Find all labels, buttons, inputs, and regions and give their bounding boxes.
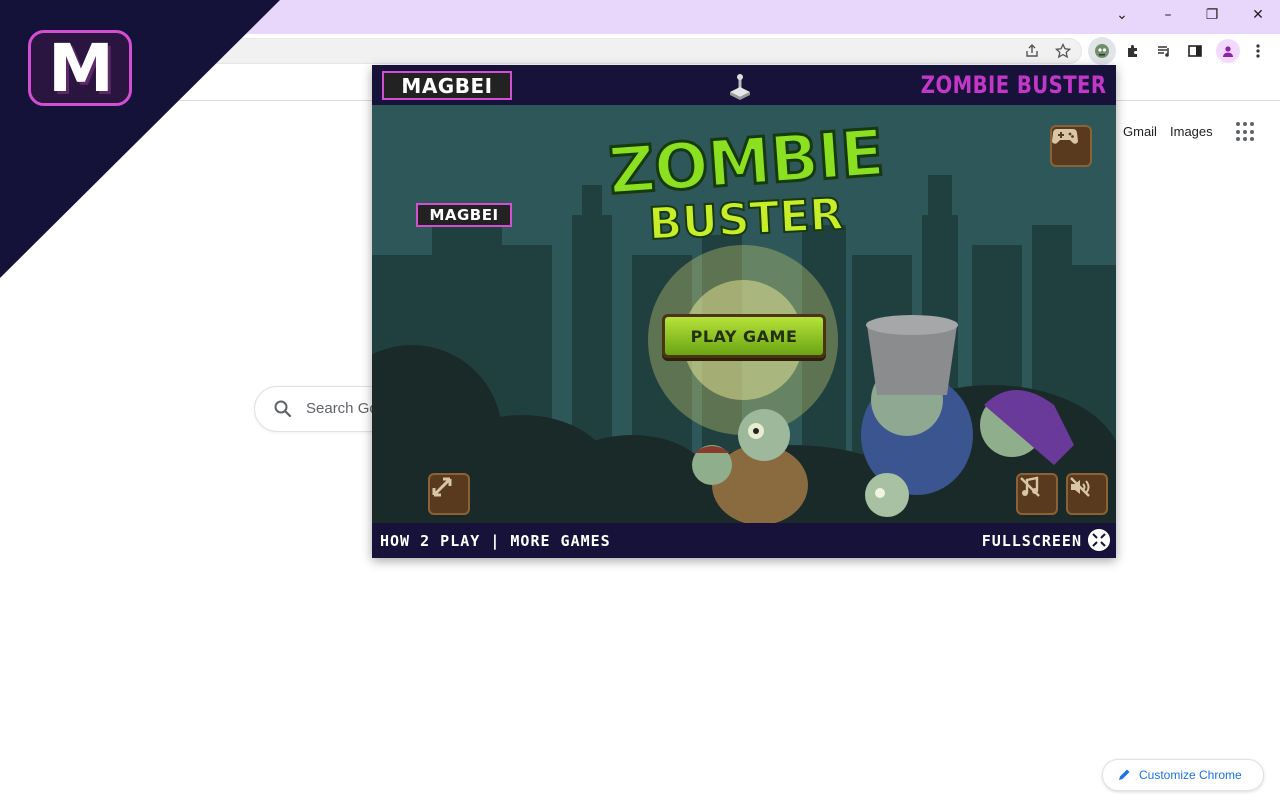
share-icon[interactable] xyxy=(1019,38,1045,64)
how-to-play-more-games-links[interactable]: HOW 2 PLAY | MORE GAMES xyxy=(380,532,611,550)
extension-zombie-icon[interactable] xyxy=(1088,37,1116,65)
fullscreen-link[interactable]: FULLSCREEN xyxy=(982,532,1082,550)
gmail-link[interactable]: Gmail xyxy=(1123,124,1157,139)
pencil-icon xyxy=(1119,769,1130,780)
fullscreen-expand-icon[interactable] xyxy=(428,473,470,515)
joystick-icon xyxy=(730,74,750,100)
bookmark-star-icon[interactable] xyxy=(1050,38,1076,64)
profile-avatar-icon[interactable] xyxy=(1216,39,1240,63)
game-canvas[interactable]: ZOMBIE BUSTER MAGBEI PLAY GAME xyxy=(372,105,1116,523)
magbei-m-logo[interactable]: M xyxy=(28,30,132,107)
customize-chrome-label: Customize Chrome xyxy=(1139,768,1242,782)
customize-chrome-button[interactable]: Customize Chrome xyxy=(1102,759,1264,791)
popup-header: MAGBEI ZOMBIE BUSTER xyxy=(372,65,1116,105)
google-apps-icon[interactable] xyxy=(1236,122,1256,142)
address-bar[interactable] xyxy=(180,38,1082,64)
game-magbei-badge[interactable]: MAGBEI xyxy=(416,203,512,227)
kebab-menu-icon[interactable] xyxy=(1245,38,1271,64)
images-link[interactable]: Images xyxy=(1170,124,1213,139)
media-playlist-icon[interactable] xyxy=(1151,38,1177,64)
sound-off-icon[interactable] xyxy=(1066,473,1108,515)
popup-footer: HOW 2 PLAY | MORE GAMES FULLSCREEN xyxy=(372,523,1116,558)
tab-search-chevron-icon[interactable]: ⌄ xyxy=(1100,0,1144,30)
music-off-icon[interactable] xyxy=(1016,473,1058,515)
search-icon xyxy=(274,400,292,418)
fullscreen-icon[interactable] xyxy=(1088,529,1110,551)
screen: ⌄ – ❐ ✕ Gmail Images Search Go Customize… xyxy=(0,0,1280,800)
game-popup: MAGBEI ZOMBIE BUSTER ZOMBIE BUSTER MAGBE… xyxy=(372,65,1116,558)
gamepad-icon[interactable] xyxy=(1050,125,1092,167)
restore-button[interactable]: ❐ xyxy=(1190,0,1234,30)
play-game-button[interactable]: PLAY GAME xyxy=(662,314,826,358)
popup-game-title: ZOMBIE BUSTER xyxy=(920,71,1106,99)
puzzle-extensions-icon[interactable] xyxy=(1120,38,1146,64)
header-magbei-logo[interactable]: MAGBEI xyxy=(382,71,512,100)
search-placeholder: Search Go xyxy=(306,400,378,417)
minimize-button[interactable]: – xyxy=(1146,0,1190,30)
side-panel-icon[interactable] xyxy=(1182,38,1208,64)
close-button[interactable]: ✕ xyxy=(1236,0,1280,30)
